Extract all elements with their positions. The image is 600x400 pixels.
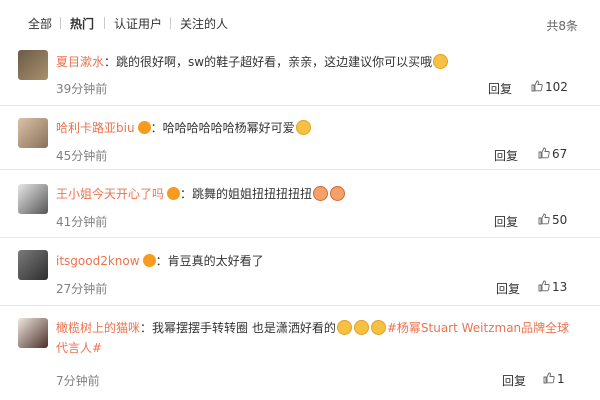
comment-body: 王小姐今天开心了吗 ：跳舞的姐姐扭扭扭扭扭: [56, 184, 576, 204]
reply-button[interactable]: 回复: [488, 80, 512, 97]
avatar[interactable]: [18, 184, 48, 214]
avatar[interactable]: [18, 250, 48, 280]
comment-filter-bar: 全部 热门 认证用户 关注的人 共8条: [0, 0, 600, 42]
reply-button[interactable]: 回复: [494, 213, 518, 230]
thumbs-up-icon: [538, 280, 550, 292]
filter-all[interactable]: 全部: [28, 16, 52, 32]
comment-username[interactable]: 夏目漱水: [56, 55, 104, 69]
emoji-icon: [330, 186, 346, 201]
filter-divider: [170, 17, 171, 29]
like-button[interactable]: 67: [538, 147, 567, 161]
like-button[interactable]: 50: [538, 213, 567, 227]
vip-badge-icon: [167, 187, 181, 200]
comment-body: 夏目漱水：跳的很好啊，sw的鞋子超好看，亲亲，这边建议你可以买哦: [56, 52, 576, 72]
filter-hot[interactable]: 热门: [70, 16, 94, 32]
comment-item: 橄榄树上的猫咪：我幂摆摆手转转圈 也是潇洒好看的 #杨幂Stuart Weitzm…: [0, 306, 600, 400]
comment-text: ：哈哈哈哈哈哈杨幂好可爱: [150, 121, 295, 135]
filter-divider: [60, 17, 61, 29]
avatar[interactable]: [18, 318, 48, 348]
filter-verified-users[interactable]: 认证用户: [114, 16, 162, 32]
like-button[interactable]: 102: [531, 80, 568, 94]
comment-username[interactable]: itsgood2know: [56, 254, 140, 268]
comment-item: 夏目漱水：跳的很好啊，sw的鞋子超好看，亲亲，这边建议你可以买哦 39分钟前 回…: [0, 42, 600, 106]
reply-button[interactable]: 回复: [496, 280, 520, 297]
comment-item: itsgood2know ：肯豆真的太好看了 27分钟前 回复 13: [0, 238, 600, 306]
like-button[interactable]: 1: [543, 372, 565, 386]
like-count: 50: [552, 213, 568, 227]
like-button[interactable]: 13: [538, 280, 567, 294]
comment-body: itsgood2know ：肯豆真的太好看了: [56, 251, 576, 271]
emoji-icon: [313, 186, 329, 201]
like-count: 67: [552, 147, 568, 161]
comment-item: 哈利卡路亚biu ：哈哈哈哈哈哈杨幂好可爱 45分钟前 回复 67: [0, 106, 600, 170]
vip-badge-icon: [142, 254, 156, 267]
thumbs-up-icon: [538, 147, 550, 159]
emoji-icon: [370, 320, 386, 335]
thumbs-up-icon: [543, 372, 555, 384]
thumbs-up-icon: [531, 80, 543, 92]
filter-divider: [104, 17, 105, 29]
comment-total-count: 共8条: [546, 19, 578, 33]
comment-body: 橄榄树上的猫咪：我幂摆摆手转转圈 也是潇洒好看的 #杨幂Stuart Weitzm…: [56, 318, 576, 358]
reply-button[interactable]: 回复: [494, 147, 518, 164]
like-count: 102: [545, 80, 568, 94]
comment-time: 45分钟前: [56, 149, 108, 163]
vip-badge-icon: [137, 121, 151, 134]
comment-text: ：我幂摆摆手转转圈 也是潇洒好看的: [140, 321, 336, 335]
like-count: 13: [552, 280, 568, 294]
emoji-icon: [336, 320, 352, 335]
avatar[interactable]: [18, 50, 48, 80]
comment-time: 41分钟前: [56, 215, 108, 229]
emoji-icon: [353, 320, 369, 335]
comment-username[interactable]: 哈利卡路亚biu: [56, 121, 135, 135]
comment-item: 王小姐今天开心了吗 ：跳舞的姐姐扭扭扭扭扭 41分钟前 回复 50: [0, 170, 600, 238]
avatar[interactable]: [18, 118, 48, 148]
like-count: 1: [557, 372, 565, 386]
comment-time: 39分钟前: [56, 82, 108, 96]
emoji-icon: [433, 54, 449, 69]
comment-username[interactable]: 橄榄树上的猫咪: [56, 321, 140, 335]
comment-text: ：跳的很好啊，sw的鞋子超好看，亲亲，这边建议你可以买哦: [104, 55, 433, 69]
thumbs-up-icon: [538, 213, 550, 225]
filter-following[interactable]: 关注的人: [180, 16, 228, 32]
comment-text: ：跳舞的姐姐扭扭扭扭扭: [180, 187, 313, 201]
comment-username[interactable]: 王小姐今天开心了吗: [56, 187, 164, 201]
reply-button[interactable]: 回复: [502, 372, 526, 389]
emoji-icon: [295, 120, 311, 135]
comment-time: 7分钟前: [56, 374, 100, 388]
comment-body: 哈利卡路亚biu ：哈哈哈哈哈哈杨幂好可爱: [56, 118, 576, 138]
comment-text: ：肯豆真的太好看了: [155, 254, 264, 268]
comment-time: 27分钟前: [56, 282, 108, 296]
